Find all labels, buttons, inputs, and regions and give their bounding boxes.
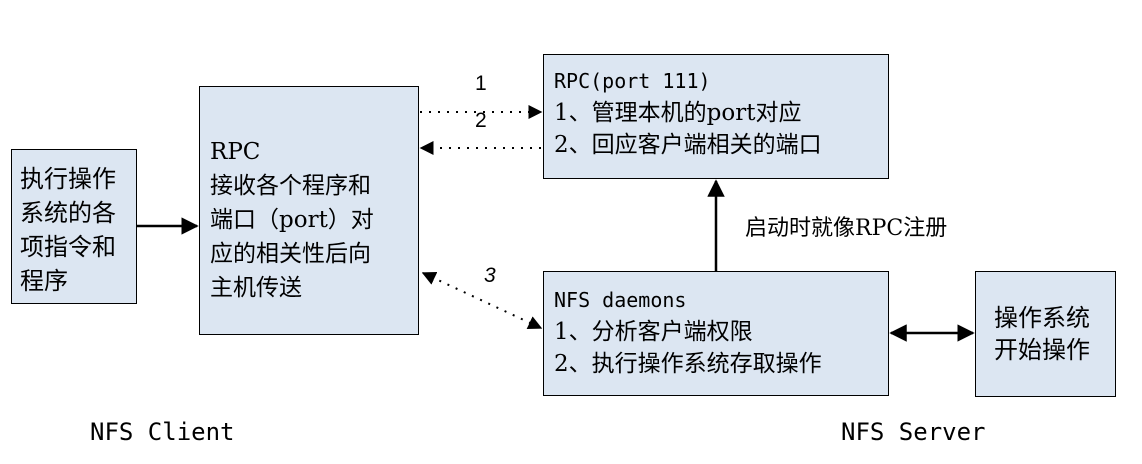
os-box-line: 项指令和 (20, 233, 116, 261)
os-box-line: 程序 (20, 267, 68, 295)
os-start-box: 操作系统 开始操作 (975, 271, 1116, 397)
rpc-server-title: RPC(port 111) (554, 69, 711, 93)
os-box-line: 系统的各 (20, 199, 116, 227)
rpc-server-box: RPC(port 111) 1、管理本机的port对应 2、回应客户端相关的端口 (543, 54, 889, 179)
step-3-label: 3 (484, 264, 496, 287)
rpc-client-title: RPC (210, 139, 261, 165)
step-1-label: 1 (475, 72, 487, 95)
nfs-client-caption: NFS Client (90, 418, 235, 446)
nfs-server-caption: NFS Server (841, 418, 986, 446)
rpc-client-line: 接收各个程序和 (210, 173, 371, 199)
rpc-client-box: RPC 接收各个程序和 端口（port）对 应的相关性后向 主机传送 (199, 86, 419, 335)
rpc-server-line: 1、管理本机的port对应 (554, 100, 802, 126)
nfs-daemons-title: NFS daemons (554, 288, 687, 312)
os-instructions-box: 执行操作 系统的各 项指令和 程序 (11, 149, 137, 304)
nfs-daemons-box: NFS daemons 1、分析客户端权限 2、执行操作系统存取操作 (543, 271, 889, 396)
os-start-line: 开始操作 (994, 336, 1090, 364)
arrow-step3-dotted (421, 271, 543, 330)
nfs-daemons-line: 1、分析客户端权限 (554, 319, 753, 345)
os-box-line: 执行操作 (20, 165, 116, 193)
nfs-daemons-line: 2、执行操作系统存取操作 (554, 351, 822, 377)
register-label: 启动时就像RPC注册 (745, 216, 948, 241)
os-start-line: 操作系统 (994, 304, 1090, 332)
step-2-label: 2 (475, 109, 487, 132)
rpc-client-line: 主机传送 (210, 275, 302, 301)
rpc-client-line: 端口（port）对 (210, 207, 374, 233)
rpc-server-line: 2、回应客户端相关的端口 (554, 132, 822, 158)
rpc-client-line: 应的相关性后向 (210, 241, 371, 267)
